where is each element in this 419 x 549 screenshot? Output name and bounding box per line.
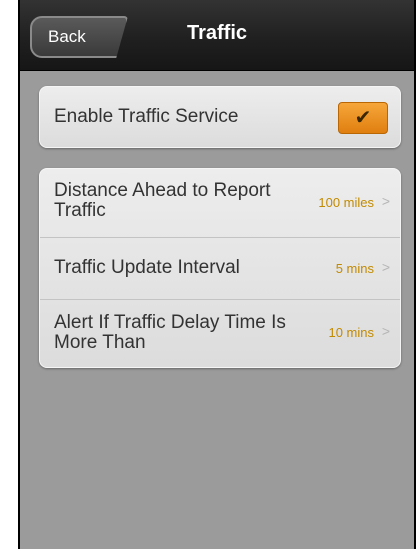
- enable-traffic-checkbox[interactable]: ✔: [338, 102, 388, 134]
- setting-value: 100 miles: [318, 195, 374, 210]
- top-bar: Back Traffic: [20, 0, 414, 71]
- page-title: Traffic: [186, 22, 248, 44]
- chevron-right-icon: >: [381, 259, 390, 275]
- checkmark-icon: ✔: [354, 107, 372, 129]
- setting-row-update-interval[interactable]: Traffic Update Interval 5 mins >: [40, 237, 400, 300]
- setting-label: Alert If Traffic Delay Time Is More Than: [54, 312, 286, 353]
- setting-value: 10 mins: [328, 325, 374, 340]
- setting-row-distance-ahead[interactable]: Distance Ahead to Report Traffic 100 mil…: [40, 169, 400, 238]
- chevron-right-icon: >: [381, 193, 390, 209]
- setting-value: 5 mins: [335, 261, 374, 276]
- setting-label: Distance Ahead to Report Traffic: [54, 180, 271, 221]
- enable-traffic-row[interactable]: Enable Traffic Service ✔: [39, 86, 401, 148]
- screen: Back Traffic Enable Traffic Service ✔ Di…: [20, 0, 414, 549]
- device-frame: Back Traffic Enable Traffic Service ✔ Di…: [18, 0, 416, 549]
- enable-traffic-label: Enable Traffic Service: [54, 106, 239, 127]
- chevron-right-icon: >: [381, 323, 390, 339]
- setting-label: Traffic Update Interval: [54, 257, 240, 278]
- traffic-settings-list: Distance Ahead to Report Traffic 100 mil…: [39, 168, 401, 368]
- setting-row-alert-delay[interactable]: Alert If Traffic Delay Time Is More Than…: [40, 299, 400, 369]
